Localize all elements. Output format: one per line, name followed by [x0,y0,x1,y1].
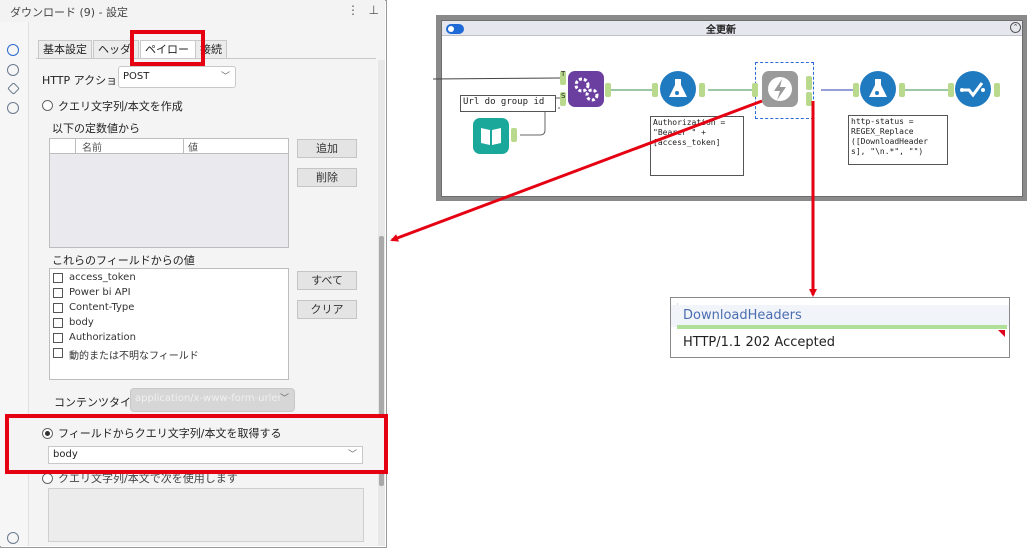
text-input-tool[interactable] [473,118,509,154]
output-anchor[interactable] [605,83,611,97]
result-column-header: DownloadHeaders [683,308,802,323]
lightning-icon [768,77,792,101]
checkmark-flow-icon [960,82,985,98]
download-tool[interactable] [762,71,798,107]
text-input-annotation: Url do group id [460,95,556,112]
formula-tool[interactable] [660,71,696,107]
output-anchor[interactable] [511,128,517,142]
book-icon [481,128,501,145]
output-anchor[interactable] [699,83,705,97]
append-fields-tool[interactable] [568,71,604,107]
result-spacer [671,298,1009,305]
formula-annotation-status: http-status = REGEX_Replace ([DownloadHe… [848,115,948,165]
flask-icon [869,79,887,97]
formula-annotation-auth: Authorization = "Bearer " + [access_toke… [650,116,744,176]
cell-note-indicator [998,330,1005,337]
flask-icon [669,79,687,97]
formula-tool-2[interactable] [860,71,896,107]
gears-icon [574,77,599,102]
output-anchor[interactable] [994,83,1000,97]
input-anchor[interactable] [853,83,859,97]
output-anchor-headers[interactable] [806,92,812,106]
result-cell: HTTP/1.1 202 Accepted [683,335,835,350]
input-anchor[interactable] [948,83,954,97]
result-header: DownloadHeaders [671,305,1009,327]
input-anchor[interactable] [752,83,758,97]
output-anchor[interactable] [899,83,905,97]
output-tool[interactable] [955,71,991,107]
result-row[interactable]: HTTP/1.1 202 Accepted [671,329,1009,357]
output-anchor-data[interactable] [806,76,812,90]
anchor-t-label: T [561,70,566,78]
anchor-s-label: S [561,92,566,100]
input-anchor[interactable] [652,83,658,97]
